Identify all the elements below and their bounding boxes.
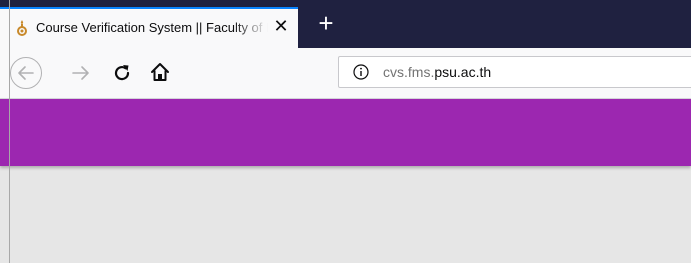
navigation-toolbar: cvs.fms.psu.ac.th bbox=[0, 48, 691, 99]
tab-close-icon[interactable]: ✕ bbox=[272, 17, 290, 35]
arrow-right-icon[interactable] bbox=[70, 62, 92, 84]
info-icon[interactable] bbox=[353, 64, 369, 80]
window-left-border bbox=[0, 0, 10, 263]
reload-icon[interactable] bbox=[111, 62, 133, 84]
address-bar[interactable]: cvs.fms.psu.ac.th bbox=[338, 56, 691, 88]
url-text: cvs.fms.psu.ac.th bbox=[383, 64, 491, 80]
browser-window: Course Verification System || Faculty of… bbox=[0, 0, 691, 263]
back-button[interactable] bbox=[10, 57, 42, 89]
tab-active[interactable]: Course Verification System || Faculty of… bbox=[0, 7, 298, 48]
page-header-bar bbox=[0, 99, 691, 166]
url-subdomain: cvs.fms. bbox=[383, 64, 435, 80]
university-seal-icon bbox=[17, 20, 27, 36]
url-domain: psu.ac.th bbox=[434, 64, 492, 80]
new-tab-button[interactable]: + bbox=[314, 10, 338, 36]
tab-title: Course Verification System || Faculty of… bbox=[36, 20, 268, 35]
home-icon[interactable] bbox=[149, 61, 171, 83]
tab-strip: Course Verification System || Faculty of… bbox=[0, 0, 691, 48]
arrow-left-icon bbox=[18, 66, 34, 80]
page-content bbox=[0, 99, 691, 263]
